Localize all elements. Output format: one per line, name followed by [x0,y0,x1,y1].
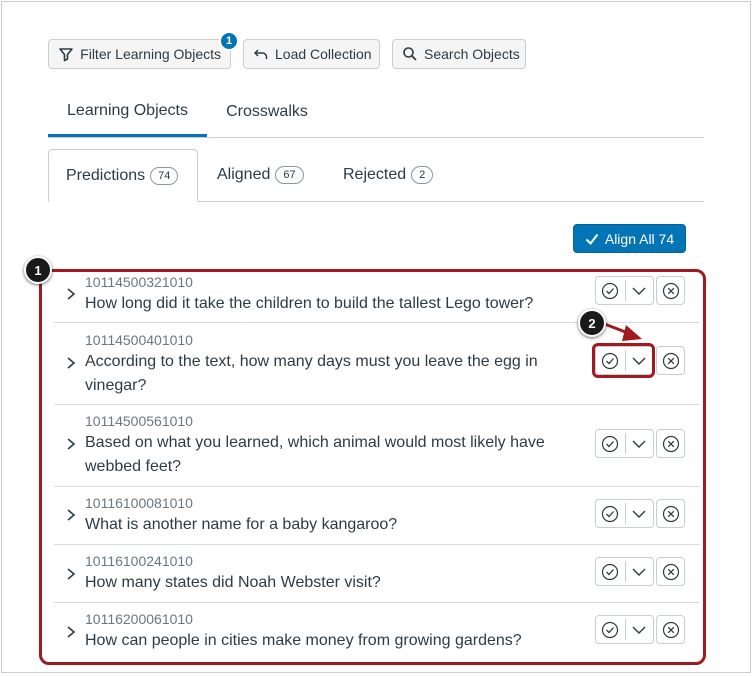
undo-icon [253,45,269,63]
tab-predictions[interactable]: Predictions 74 [48,149,198,202]
filter-label: Filter Learning Objects [80,46,221,62]
tab-label: Aligned [217,165,271,183]
filter-icon [58,45,74,63]
count-pill: 74 [150,166,179,185]
primary-tabs: Learning Objects Crosswalks [48,88,704,138]
tab-crosswalks[interactable]: Crosswalks [218,88,316,135]
tab-aligned[interactable]: Aligned 67 [217,149,327,200]
filter-learning-objects-button[interactable]: Filter Learning Objects [48,39,231,69]
tab-label: Predictions [66,166,146,184]
search-objects-button[interactable]: Search Objects [392,39,526,69]
checkmark-icon [585,232,599,246]
tab-label: Crosswalks [226,102,308,120]
tab-label: Learning Objects [67,102,188,119]
tab-learning-objects[interactable]: Learning Objects [48,88,207,137]
load-collection-label: Load Collection [275,46,372,62]
load-collection-button[interactable]: Load Collection [243,39,380,69]
count-pill: 2 [411,165,434,184]
align-all-button[interactable]: Align All 74 [573,224,686,253]
search-icon [402,45,418,63]
callout-number-2: 2 [578,309,606,337]
align-all-label: Align All 74 [604,230,675,247]
secondary-tabs: Predictions 74 Aligned 67 Rejected 2 [48,149,704,202]
tab-label: Rejected [343,165,407,183]
tab-rejected[interactable]: Rejected 2 [343,149,453,200]
filter-count-badge: 1 [219,31,239,51]
count-pill: 67 [275,165,304,184]
callout-number-1: 1 [24,256,52,284]
search-objects-label: Search Objects [424,46,520,62]
